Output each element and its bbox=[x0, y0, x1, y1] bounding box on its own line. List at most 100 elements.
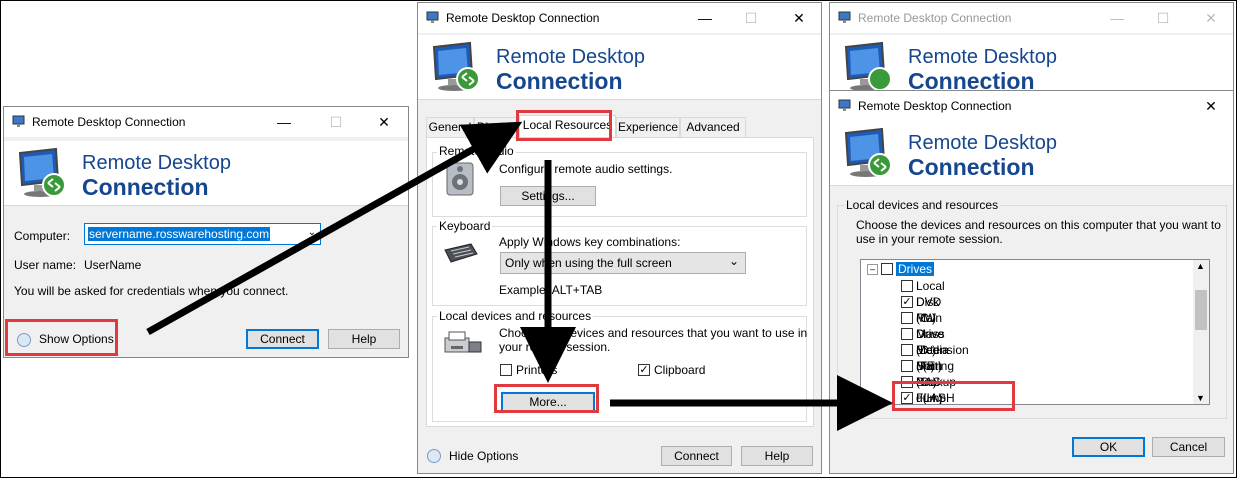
username-value: UserName bbox=[84, 258, 142, 272]
drives-tree[interactable]: – Drives Local Disk (C:) ✓ DVD RW Drive (… bbox=[860, 259, 1210, 405]
drive-checkbox[interactable]: ✓ bbox=[901, 392, 913, 404]
local-devices-icon bbox=[444, 331, 482, 353]
chevron-down-icon: ⌄ bbox=[728, 254, 739, 268]
window-title: Remote Desktop Connection bbox=[32, 115, 186, 129]
tab-strip: General Display Local Resources Experien… bbox=[426, 115, 816, 139]
drives-label[interactable]: Drives bbox=[896, 262, 935, 276]
hide-options-link[interactable]: Hide Options bbox=[449, 449, 518, 463]
local-devices-description-2: your remote session. bbox=[499, 340, 611, 354]
banner-title-line1: Remote Desktop bbox=[908, 132, 1057, 154]
computer-label: Computer: bbox=[14, 229, 71, 243]
close-icon[interactable]: ✕ bbox=[1197, 7, 1225, 29]
credentials-note: You will be asked for credentials when y… bbox=[14, 284, 289, 298]
scrollbar[interactable]: ▲ ▼ bbox=[1193, 260, 1209, 404]
drive-checkbox[interactable] bbox=[901, 376, 913, 388]
tab-local-resources[interactable]: Local Resources bbox=[519, 115, 616, 137]
keyboard-group-label: Keyboard bbox=[437, 219, 493, 233]
keyboard-description: Apply Windows key combinations: bbox=[499, 235, 681, 249]
tab-general[interactable]: General bbox=[426, 117, 474, 137]
collapse-icon[interactable]: – bbox=[867, 264, 878, 275]
drive-checkbox[interactable]: ✓ bbox=[901, 296, 913, 308]
banner-title-line2: Connection bbox=[82, 174, 209, 200]
rdc-monitor-logo bbox=[844, 127, 892, 177]
scroll-thumb[interactable] bbox=[1195, 290, 1207, 330]
rdc-dialog-background: Remote Desktop Connection — ☐ ✕ Remote D… bbox=[829, 2, 1234, 102]
chevron-down-icon[interactable]: ⌄ bbox=[308, 227, 316, 238]
close-icon[interactable]: ✕ bbox=[370, 111, 398, 133]
minimize-icon[interactable]: — bbox=[691, 7, 719, 29]
banner: Remote Desktop Connection bbox=[418, 35, 821, 100]
computer-value: servername.rosswarehosting.com bbox=[88, 227, 271, 241]
drive-checkbox[interactable] bbox=[901, 360, 913, 372]
chevron-up-circle-icon[interactable] bbox=[427, 449, 441, 463]
scroll-down-icon[interactable]: ▼ bbox=[1196, 393, 1205, 403]
settings-button[interactable]: Settings... bbox=[500, 186, 596, 206]
local-devices-description-1: Choose the devices and resources on this… bbox=[856, 218, 1221, 232]
maximize-icon[interactable]: ☐ bbox=[1149, 7, 1177, 29]
help-button[interactable]: Help bbox=[328, 329, 400, 349]
more-button[interactable]: More... bbox=[501, 392, 595, 412]
rdc-dialog-local-devices: Remote Desktop Connection ✕ Remote Deskt… bbox=[829, 90, 1234, 474]
tab-panel: Remote audio Configure remote audio sett… bbox=[426, 137, 814, 427]
connect-button[interactable]: Connect bbox=[661, 446, 732, 466]
keyboard-select[interactable]: Only when using the full screen ⌄ bbox=[500, 252, 746, 274]
printers-checkbox[interactable] bbox=[500, 364, 512, 376]
maximize-icon[interactable]: ☐ bbox=[322, 111, 350, 133]
rdc-monitor-logo bbox=[844, 41, 892, 91]
tab-experience[interactable]: Experience bbox=[616, 117, 680, 137]
printers-label: Printers bbox=[516, 363, 558, 377]
rdc-dialog-options: Remote Desktop Connection — ☐ ✕ Remote D… bbox=[417, 2, 822, 474]
banner-title-line1: Remote Desktop bbox=[82, 152, 231, 174]
title-bar: Remote Desktop Connection — ☐ ✕ bbox=[830, 3, 1233, 33]
window-title: Remote Desktop Connection bbox=[858, 99, 1012, 113]
banner-title-line1: Remote Desktop bbox=[496, 46, 645, 68]
banner: Remote Desktop Connection bbox=[4, 141, 408, 206]
computer-combobox[interactable]: servername.rosswarehosting.com ⌄ bbox=[84, 223, 321, 245]
minimize-icon[interactable]: — bbox=[270, 111, 298, 133]
remote-audio-description: Configure remote audio settings. bbox=[499, 162, 673, 176]
drive-checkbox[interactable] bbox=[901, 328, 913, 340]
rdc-app-icon bbox=[838, 11, 851, 23]
keyboard-example: Example: ALT+TAB bbox=[499, 283, 603, 297]
tab-display[interactable]: Display bbox=[474, 117, 519, 137]
remote-audio-group-label: Remote audio bbox=[437, 144, 516, 158]
tab-advanced[interactable]: Advanced bbox=[680, 117, 746, 137]
drive-checkbox[interactable] bbox=[901, 344, 913, 356]
keyboard-icon bbox=[444, 243, 478, 263]
title-bar: Remote Desktop Connection — ☐ ✕ bbox=[4, 107, 408, 137]
title-bar: Remote Desktop Connection — ☐ ✕ bbox=[418, 3, 821, 33]
maximize-icon[interactable]: ☐ bbox=[737, 7, 765, 29]
speaker-icon bbox=[446, 162, 474, 196]
chevron-down-circle-icon[interactable] bbox=[17, 333, 31, 347]
drives-checkbox[interactable] bbox=[881, 263, 893, 275]
drive-label: FLASH DRIVE (R:) bbox=[916, 391, 955, 405]
scroll-up-icon[interactable]: ▲ bbox=[1196, 261, 1205, 271]
rdc-app-icon bbox=[12, 115, 25, 127]
cancel-button[interactable]: Cancel bbox=[1152, 437, 1225, 457]
rdc-dialog-basic: Remote Desktop Connection — ☐ ✕ Remote D… bbox=[3, 106, 409, 358]
title-bar: Remote Desktop Connection ✕ bbox=[830, 91, 1233, 121]
drive-checkbox[interactable] bbox=[901, 312, 913, 324]
rdc-app-icon bbox=[426, 11, 439, 23]
banner: Remote Desktop Connection bbox=[830, 121, 1233, 186]
help-button[interactable]: Help bbox=[741, 446, 813, 466]
window-title: Remote Desktop Connection bbox=[446, 11, 600, 25]
clipboard-checkbox[interactable]: ✓ bbox=[638, 364, 650, 376]
close-icon[interactable]: ✕ bbox=[785, 7, 813, 29]
window-title: Remote Desktop Connection bbox=[858, 11, 1012, 25]
minimize-icon[interactable]: — bbox=[1103, 7, 1131, 29]
show-options-link[interactable]: Show Options bbox=[39, 332, 114, 346]
ok-button[interactable]: OK bbox=[1072, 437, 1145, 457]
clipboard-label: Clipboard bbox=[654, 363, 706, 377]
keyboard-select-value: Only when using the full screen bbox=[505, 256, 672, 270]
banner-title-line2: Connection bbox=[496, 68, 623, 94]
rdc-monitor-logo bbox=[432, 41, 480, 91]
drive-checkbox[interactable] bbox=[901, 280, 913, 292]
username-label: User name: bbox=[14, 258, 77, 272]
rdc-app-icon bbox=[838, 99, 851, 111]
connect-button[interactable]: Connect bbox=[246, 329, 319, 349]
rdc-monitor-logo bbox=[18, 147, 66, 197]
close-icon[interactable]: ✕ bbox=[1197, 95, 1225, 117]
banner-title-line2: Connection bbox=[908, 154, 1035, 180]
banner-title-line1: Remote Desktop bbox=[908, 46, 1057, 68]
